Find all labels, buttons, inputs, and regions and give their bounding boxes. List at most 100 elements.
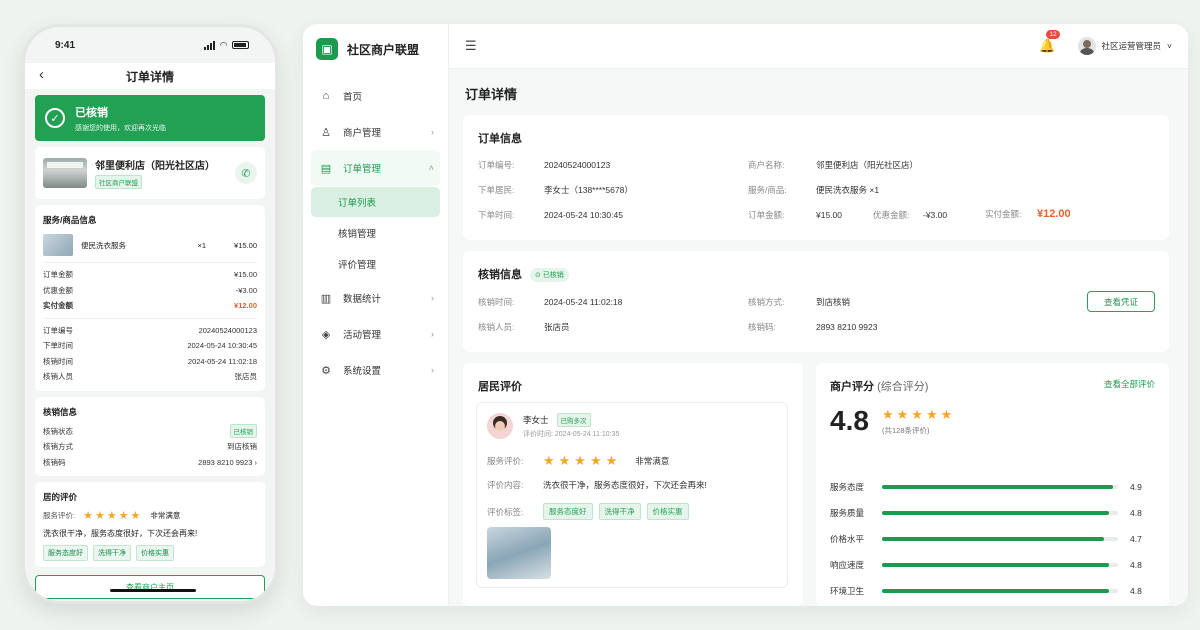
order-info-title: 订单信息 <box>478 133 522 145</box>
rating-bar-row: 响应速度 4.8 <box>830 558 1142 572</box>
brand-name: 社区商户联盟 <box>347 42 420 57</box>
verify-row: 核销方式 到店核销 <box>43 442 257 452</box>
review-tags: 服务态度好 洗得干净 价格实惠 <box>43 545 257 561</box>
gift-icon: ◈ <box>321 328 331 341</box>
chevron-right-icon: › <box>254 457 258 467</box>
chevron-down-icon: ˅ <box>1167 41 1172 51</box>
rating-stars: ★★★★★ <box>83 510 143 522</box>
back-icon[interactable]: ‹ <box>39 66 44 83</box>
amount-row: 订单金额 ¥15.00 <box>43 270 257 280</box>
home-icon: ⌂ <box>322 90 330 102</box>
resident-review-card: 居民评价 李女士 已购多次 评价时间: 2024-05-24 11:10:35 服… <box>463 363 803 606</box>
review-item: 李女士 已购多次 评价时间: 2024-05-24 11:10:35 服务评价: ★… <box>476 402 788 588</box>
rating-bar-row: 价格水平 4.7 <box>830 532 1142 546</box>
mobile-phone-mockup: 9:41 ◠ ‹ 订单详情 ✓ 已核销 感谢您的使用，欢迎再次光临 邻里便利店（… <box>22 24 278 604</box>
sidebar-item-events[interactable]: ◈ 活动管理 › <box>311 316 440 352</box>
review-count: (共128条评价) <box>882 426 930 435</box>
reviewer-badge: 已购多次 <box>556 413 591 427</box>
review-tag: 服务态度好 <box>43 545 88 561</box>
order-no-field: 订单编号: 20240524000123 <box>478 160 611 170</box>
rating-bar-row: 环境卫生 4.8 <box>830 584 1142 598</box>
shop-image <box>43 158 87 188</box>
review-tag: 洗得干净 <box>93 545 131 561</box>
resident-field: 下单居民: 李女士（138****5678） <box>478 185 633 195</box>
sidebar-item-stats[interactable]: ▥ 数据统计 › <box>311 280 440 316</box>
rating-bar-fill <box>882 537 1104 541</box>
section-title-items: 服务/商品信息 <box>43 215 97 225</box>
overall-score: 4.8 <box>830 405 869 436</box>
item-price: ¥15.00 <box>234 240 257 250</box>
view-merchant-button[interactable]: 查看商户主页 <box>35 575 265 599</box>
sidebar-subitem-verify[interactable]: 核销管理 <box>311 218 440 248</box>
order-time-field: 下单时间: 2024-05-24 10:30:45 <box>478 210 623 220</box>
review-photo[interactable] <box>487 527 551 579</box>
status-time: 9:41 <box>55 39 76 51</box>
merchant-rating-card: 商户评分 (综合评分) 查看全部评价 4.8 ★★★★★ (共128条评价) 服… <box>816 363 1169 606</box>
status-banner: ✓ 已核销 感谢您的使用，欢迎再次光临 <box>35 95 265 141</box>
chart-icon: ▥ <box>320 292 332 305</box>
sidebar-item-orders[interactable]: ▤ 订单管理 ˄ <box>311 150 440 186</box>
rating-bar-label: 价格水平 <box>830 534 865 544</box>
page-title: 订单详情 <box>465 87 518 102</box>
shop-card[interactable]: 邻里便利店（阳光社区店） 社区商户联盟 ✆ <box>35 147 265 199</box>
sidebar-subitem-reviews[interactable]: 评价管理 <box>311 249 440 279</box>
service-text: 非常满意 <box>150 511 181 520</box>
clipboard-icon: ▤ <box>320 162 332 175</box>
amount-row: 优惠金额 -¥3.00 <box>43 285 257 295</box>
brand[interactable]: ▣ 社区商户联盟 <box>303 24 448 74</box>
amount-field: 订单金额: ¥15.00 <box>748 210 842 220</box>
desktop-window: ▣ 社区商户联盟 ⌂ 首页 ♙ 商户管理 › ▤ 订单管理 ˄ 订单列表 核销管理 评价管… <box>303 24 1188 606</box>
rating-bar-value: 4.8 <box>1130 508 1142 518</box>
check-circle-icon: ✓ <box>45 108 65 128</box>
shop-tag: 社区商户联盟 <box>95 174 142 189</box>
main-area: ☰ 🔔 12 社区运营管理员 ˅ 订单详情 订单信息 订单编号: 202405240… <box>449 24 1188 606</box>
review-time: 评价时间: 2024-05-24 11:10:35 <box>523 431 620 438</box>
sidebar-subitem-order-list[interactable]: 订单列表 <box>311 187 440 217</box>
rating-bar-track <box>882 537 1118 541</box>
verify-row: 核销状态 已核销 <box>43 424 257 440</box>
bell-icon[interactable]: 🔔 12 <box>1039 30 1060 54</box>
status-icons: ◠ <box>204 40 249 51</box>
home-indicator <box>110 589 196 592</box>
signal-icon <box>204 40 216 50</box>
sidebar-item-home[interactable]: ⌂ 首页 <box>311 78 440 114</box>
item-name: 便民洗衣服务 <box>81 240 126 250</box>
phone-call-icon[interactable]: ✆ <box>235 162 257 184</box>
verify-info-title: 核销信息 ⊙ 已核销 <box>478 266 569 283</box>
avatar <box>1077 37 1096 55</box>
rating-bar-label: 服务态度 <box>830 482 865 492</box>
sidebar-menu: ⌂ 首页 ♙ 商户管理 › ▤ 订单管理 ˄ 订单列表 核销管理 评价管理 ▥ 数据统计 › … <box>303 74 448 392</box>
review-tag: 价格实惠 <box>136 545 174 561</box>
rating-stars: ★★★★★ <box>543 453 622 468</box>
view-voucher-button[interactable]: 查看凭证 <box>1087 291 1155 312</box>
menu-toggle-icon[interactable]: ☰ <box>465 38 477 54</box>
discount-field: 优惠金额: -¥3.00 <box>873 210 948 220</box>
item-image <box>43 234 73 256</box>
review-content-row: 评价内容: 洗衣很干净，服务态度很好，下次还会再来! <box>487 480 707 490</box>
view-all-reviews-link[interactable]: 查看全部评价 <box>1104 378 1155 390</box>
order-info-row: 订单编号 20240524000123 <box>43 325 257 335</box>
verify-info-card: 核销信息 ⊙ 已核销 核销时间: 2024-05-24 11:02:18 核销人员:… <box>463 251 1169 352</box>
verify-code-row[interactable]: 核销码 2893 8210 9923 › <box>43 455 257 471</box>
item-qty: ×1 <box>197 240 207 250</box>
logo-icon: ▣ <box>316 38 338 60</box>
rating-bar-value: 4.8 <box>1130 586 1142 596</box>
rating-bar-label: 响应速度 <box>830 560 865 570</box>
notification-badge: 12 <box>1046 30 1060 39</box>
service-label: 服务评价: <box>43 511 76 520</box>
verify-method-field: 核销方式: 到店核销 <box>748 297 851 307</box>
chevron-right-icon: › <box>431 127 434 137</box>
chevron-right-icon: › <box>431 293 434 303</box>
user-menu[interactable]: 社区运营管理员 ˅ <box>1077 37 1172 55</box>
reviewer-avatar <box>487 413 513 439</box>
order-info-row: 核销人员 张店员 <box>43 372 257 382</box>
sidebar-item-settings[interactable]: ⚙ 系统设置 › <box>311 352 440 388</box>
rating-bar-row: 服务质量 4.8 <box>830 506 1142 520</box>
rating-bar-fill <box>882 511 1109 515</box>
review-tag: 价格实惠 <box>646 503 689 520</box>
rating-bar-value: 4.7 <box>1130 534 1142 544</box>
rating-bar-value: 4.9 <box>1130 482 1142 492</box>
rating-bar-label: 环境卫生 <box>830 586 865 596</box>
service-field: 服务/商品: 便民洗衣服务 ×1 <box>748 185 880 195</box>
sidebar-item-merchants[interactable]: ♙ 商户管理 › <box>311 114 440 150</box>
